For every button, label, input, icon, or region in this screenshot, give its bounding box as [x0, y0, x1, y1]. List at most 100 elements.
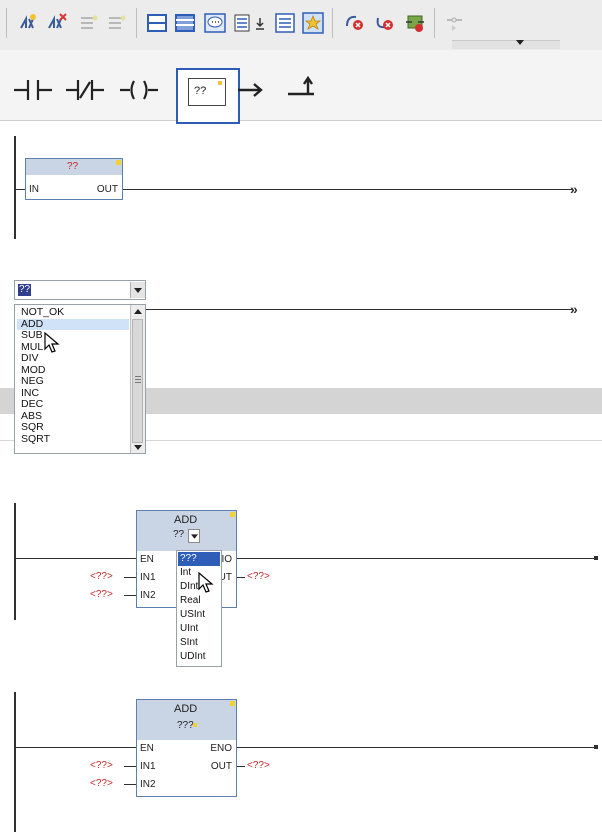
instruction-list-item[interactable]: DIV — [17, 352, 129, 365]
chevron-down-icon[interactable] — [516, 40, 524, 46]
data-type-option[interactable]: SInt — [178, 636, 220, 650]
add-block[interactable]: ADD ??? EN ENO IN1 OUT IN2 — [136, 699, 237, 797]
close-branch-icon[interactable] — [280, 70, 326, 110]
block-output-label: OUT — [96, 184, 118, 195]
scrollbar-grip-line — [135, 382, 141, 383]
instruction-list-item[interactable]: SUB — [17, 329, 129, 342]
insert-network-icon[interactable] — [18, 12, 40, 34]
instruction-name-input-value: ?? — [18, 284, 32, 296]
block-corner-marker — [116, 160, 121, 165]
block-corner-marker — [230, 701, 235, 706]
empty-box-icon[interactable]: ?? — [188, 78, 226, 106]
instruction-list-item[interactable]: NOT_OK — [17, 306, 129, 319]
pin-wire — [124, 595, 136, 596]
rung-wire — [16, 747, 136, 748]
instruction-list-item[interactable]: SQR — [17, 421, 129, 434]
data-type-option[interactable]: USInt — [178, 608, 220, 622]
rung-wire — [237, 747, 597, 748]
pin-wire — [124, 766, 136, 767]
pin-wire — [237, 766, 245, 767]
dropdown-arrow-icon[interactable] — [254, 12, 266, 34]
toolbar-separator — [6, 8, 7, 38]
instruction-name-input[interactable]: ?? — [14, 280, 146, 300]
block-type-placeholder[interactable]: ?? — [67, 161, 78, 173]
instruction-list-scrollbar[interactable] — [130, 305, 145, 453]
rung-wire — [237, 558, 597, 559]
normally-closed-contact-icon[interactable] — [62, 70, 108, 110]
rung-end-marker — [594, 556, 598, 560]
go-to-next-error-icon[interactable] — [374, 12, 396, 34]
rung-wire — [16, 558, 136, 559]
in1-operand[interactable]: <??> — [90, 571, 113, 583]
in1-pin-label: IN1 — [140, 761, 156, 772]
favorites-list-icon[interactable] — [274, 12, 296, 34]
open-branch-icon[interactable] — [228, 70, 274, 110]
chevron-down-icon[interactable] — [134, 445, 142, 450]
data-type-option[interactable]: Real — [178, 594, 220, 608]
en-pin-label: EN — [140, 743, 154, 754]
in2-operand[interactable]: <??> — [90, 589, 113, 601]
rung-wire — [146, 309, 573, 310]
delete-network-icon[interactable] — [46, 12, 68, 34]
type-marker — [193, 723, 197, 727]
instruction-list-items: NOT_OK ADD SUB MUL DIV MOD NEG INC DEC ABS SQR SQRT — [17, 306, 129, 446]
editor-toolbar — [0, 0, 602, 51]
in1-operand[interactable]: <??> — [90, 760, 113, 772]
go-to-previous-error-icon[interactable] — [344, 12, 366, 34]
chevron-down-icon — [134, 288, 142, 293]
expand-networks-icon[interactable] — [146, 12, 168, 34]
eno-pin-label: ENO — [210, 743, 232, 754]
update-inconsistent-calls-icon[interactable] — [404, 12, 426, 34]
type-dropdown-button[interactable] — [188, 529, 200, 543]
empty-box-icon-corner — [218, 81, 222, 85]
empty-box-block[interactable]: ?? IN OUT — [25, 158, 123, 200]
instruction-list-item[interactable]: DEC — [17, 398, 129, 411]
instruction-list-item[interactable]: SQRT — [17, 433, 129, 446]
chevron-up-icon[interactable] — [134, 309, 142, 314]
insert-branch-icon[interactable] — [78, 12, 100, 34]
instruction-list-item[interactable]: NEG — [17, 375, 129, 388]
block-input-label: IN — [29, 184, 39, 195]
pin-wire — [124, 577, 136, 578]
toolbar-separator — [332, 8, 333, 38]
normally-open-contact-icon[interactable] — [10, 70, 56, 110]
en-pin-label: EN — [140, 554, 154, 565]
block-corner-marker — [230, 512, 235, 517]
absolute-symbolic-operand-icon[interactable] — [232, 12, 254, 34]
mouse-cursor-icon — [44, 332, 60, 353]
collapse-networks-icon[interactable] — [174, 12, 196, 34]
block-type-value: ?? — [173, 529, 185, 540]
in2-pin-label: IN2 — [140, 590, 156, 601]
power-rail — [14, 136, 16, 239]
scrollbar-grip-line — [135, 376, 141, 377]
data-type-option[interactable]: UDInt — [178, 650, 220, 664]
rung-wire — [123, 189, 573, 190]
toolbar-separator — [434, 8, 435, 38]
chevron-down-icon — [191, 534, 198, 539]
data-type-option[interactable]: ??? — [178, 552, 220, 566]
pin-wire — [124, 784, 136, 785]
scrollbar-thumb[interactable] — [132, 319, 143, 443]
rung-end-marker — [594, 745, 598, 749]
comments-icon[interactable] — [204, 12, 226, 34]
mouse-cursor-icon — [198, 572, 214, 593]
data-type-list: ??? Int DInt Real USInt UInt SInt UDInt — [176, 550, 222, 667]
close-branch-icon[interactable] — [106, 12, 128, 34]
data-type-option[interactable]: UInt — [178, 622, 220, 636]
show-favorites-icon[interactable] — [302, 12, 324, 34]
in2-operand[interactable]: <??> — [90, 778, 113, 790]
output-coil-icon[interactable] — [116, 70, 162, 110]
empty-box-icon-label: ?? — [194, 85, 207, 97]
block-title: ADD — [174, 703, 198, 715]
monitoring-icon[interactable] — [444, 12, 466, 34]
rung-end-arrow-icon: » — [570, 301, 578, 317]
instruction-dropdown-button[interactable] — [130, 282, 145, 298]
toolbar-separator — [136, 8, 137, 38]
out-operand[interactable]: <??> — [247, 571, 270, 583]
block-type-value[interactable]: ??? — [177, 720, 194, 732]
instruction-list: NOT_OK ADD SUB MUL DIV MOD NEG INC DEC ABS SQR SQRT — [14, 304, 146, 454]
data-type-list-items: ??? Int DInt Real USInt UInt SInt UDInt — [178, 552, 220, 664]
eno-pin-label: IO — [221, 554, 232, 565]
out-operand[interactable]: <??> — [247, 760, 270, 772]
out-pin-label: OUT — [210, 761, 232, 772]
